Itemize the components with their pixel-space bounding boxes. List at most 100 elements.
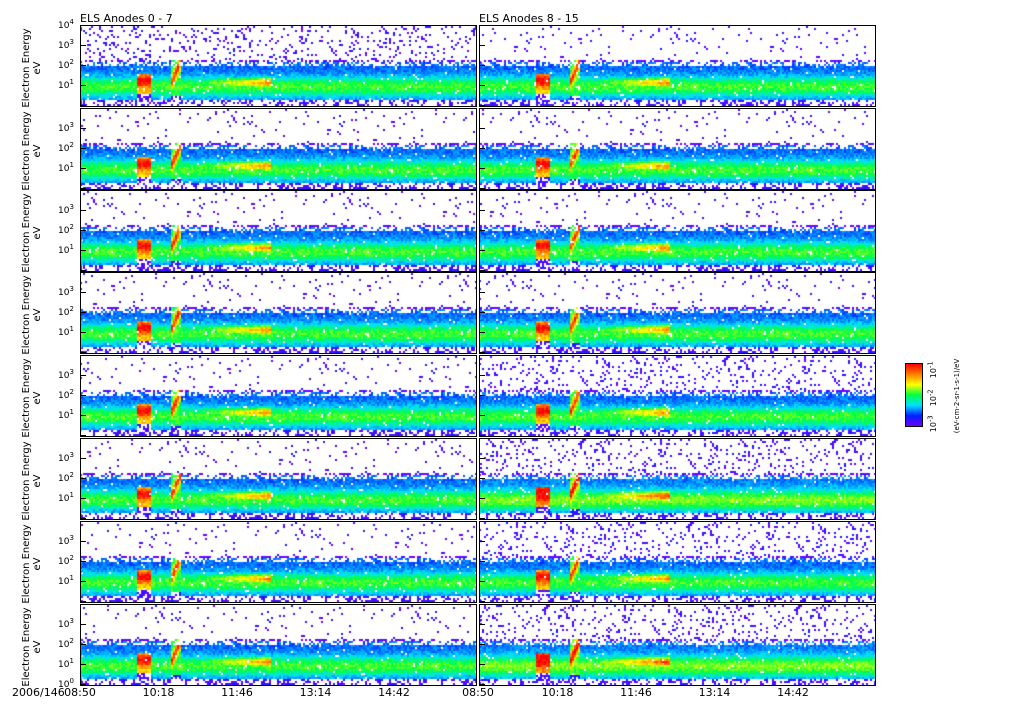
y-tick-mark <box>480 521 485 522</box>
y-tick-label: 101 <box>58 243 74 256</box>
y-tick-mark <box>81 148 86 149</box>
spectrogram-image <box>480 273 875 353</box>
y-tick-mark <box>81 128 86 129</box>
y-axis-unit: eV <box>32 226 43 240</box>
spectrogram-image <box>81 191 476 271</box>
y-tick-mark <box>480 45 485 46</box>
y-axis-title: Electron Energy <box>21 193 32 273</box>
y-tick-mark <box>81 188 86 189</box>
y-tick-mark <box>480 65 485 66</box>
y-tick-label: 101 <box>58 491 74 504</box>
y-tick-mark <box>81 108 86 109</box>
y-tick-mark <box>81 601 86 602</box>
y-tick-mark <box>81 561 86 562</box>
y-tick-label: 101 <box>58 78 74 91</box>
y-tick-label: 103 <box>58 534 74 547</box>
y-axis-unit: eV <box>32 640 43 654</box>
y-tick-label: 103 <box>58 121 74 134</box>
colorbar-tick: 10-1 <box>926 361 939 379</box>
y-tick-mark <box>81 45 86 46</box>
y-tick-mark <box>81 355 86 356</box>
y-tick-mark <box>480 664 485 665</box>
y-tick-mark <box>480 105 485 106</box>
y-tick-mark <box>81 478 86 479</box>
y-tick-mark <box>480 458 485 459</box>
y-tick-mark <box>81 498 86 499</box>
y-tick-mark <box>81 312 86 313</box>
y-tick-mark <box>81 435 86 436</box>
y-tick-mark <box>480 644 485 645</box>
y-tick-label: 101 <box>58 574 74 587</box>
y-axis-unit: eV <box>32 61 43 75</box>
y-tick-label: 101 <box>58 408 74 421</box>
y-tick-mark <box>480 148 485 149</box>
y-tick-label: 103 <box>58 285 74 298</box>
y-tick-mark <box>480 332 485 333</box>
y-tick-label: 103 <box>58 451 74 464</box>
y-tick-mark <box>81 664 86 665</box>
y-tick-mark <box>81 684 86 685</box>
y-axis-title: Electron Energy <box>21 524 32 604</box>
y-tick-mark <box>81 541 86 542</box>
y-tick-mark <box>480 352 485 353</box>
x-tick-label: 13:14 <box>698 686 731 699</box>
y-tick-label: 103 <box>58 38 74 51</box>
y-axis-unit: eV <box>32 144 43 158</box>
spectrogram-panel <box>80 521 477 603</box>
y-axis-label: Electron Energy eV <box>21 607 43 687</box>
left-column-title: ELS Anodes 0 - 7 <box>80 12 173 25</box>
spectrogram-panel <box>479 272 876 354</box>
spectrogram-panel <box>479 25 876 107</box>
y-tick-mark <box>480 498 485 499</box>
x-tick-label: 08:50 <box>462 686 494 699</box>
y-axis-label: Electron Energy eV <box>21 28 43 108</box>
y-tick-mark <box>480 168 485 169</box>
y-tick-label: 101 <box>58 657 74 670</box>
y-axis-unit: eV <box>32 557 43 571</box>
y-tick-mark <box>480 292 485 293</box>
y-tick-label: 103 <box>58 368 74 381</box>
y-tick-mark <box>480 250 485 251</box>
y-tick-label: 103 <box>58 203 74 216</box>
y-tick-mark <box>480 518 485 519</box>
y-tick-mark <box>480 108 485 109</box>
y-axis-label: Electron Energy eV <box>21 111 43 191</box>
y-tick-label: 102 <box>58 305 74 318</box>
y-tick-mark <box>480 128 485 129</box>
spectrogram-image <box>81 356 476 436</box>
spectrogram-panel <box>80 604 477 686</box>
spectrogram-panel <box>479 108 876 190</box>
y-tick-mark <box>480 355 485 356</box>
y-tick-mark <box>81 438 86 439</box>
spectrogram-image <box>480 439 875 519</box>
y-tick-mark <box>81 210 86 211</box>
y-tick-label: 102 <box>58 388 74 401</box>
y-tick-mark <box>480 604 485 605</box>
y-axis-label: Electron Energy eV <box>21 524 43 604</box>
spectrogram-image <box>81 522 476 602</box>
y-axis-unit: eV <box>32 391 43 405</box>
y-tick-mark <box>480 395 485 396</box>
y-tick-mark <box>480 438 485 439</box>
y-tick-label: 102 <box>58 471 74 484</box>
spectrogram-panel <box>479 438 876 520</box>
spectrogram-image <box>480 522 875 602</box>
y-axis-unit: eV <box>32 308 43 322</box>
y-tick-label: 102 <box>58 141 74 154</box>
y-tick-mark <box>480 85 485 86</box>
y-tick-mark <box>81 415 86 416</box>
spectrogram-image <box>480 26 875 106</box>
x-tick-label: 13:14 <box>299 686 332 699</box>
spectrogram-panel <box>80 108 477 190</box>
y-tick-mark <box>81 85 86 86</box>
y-tick-mark <box>480 312 485 313</box>
y-tick-mark <box>81 65 86 66</box>
y-tick-mark <box>480 415 485 416</box>
spectrogram-panel <box>80 190 477 272</box>
spectrogram-image <box>480 191 875 271</box>
y-tick-mark <box>81 230 86 231</box>
y-tick-mark <box>81 292 86 293</box>
y-axis-unit: eV <box>32 474 43 488</box>
x-tick-label: 08:50 <box>64 686 96 699</box>
right-column-title: ELS Anodes 8 - 15 <box>479 12 579 25</box>
